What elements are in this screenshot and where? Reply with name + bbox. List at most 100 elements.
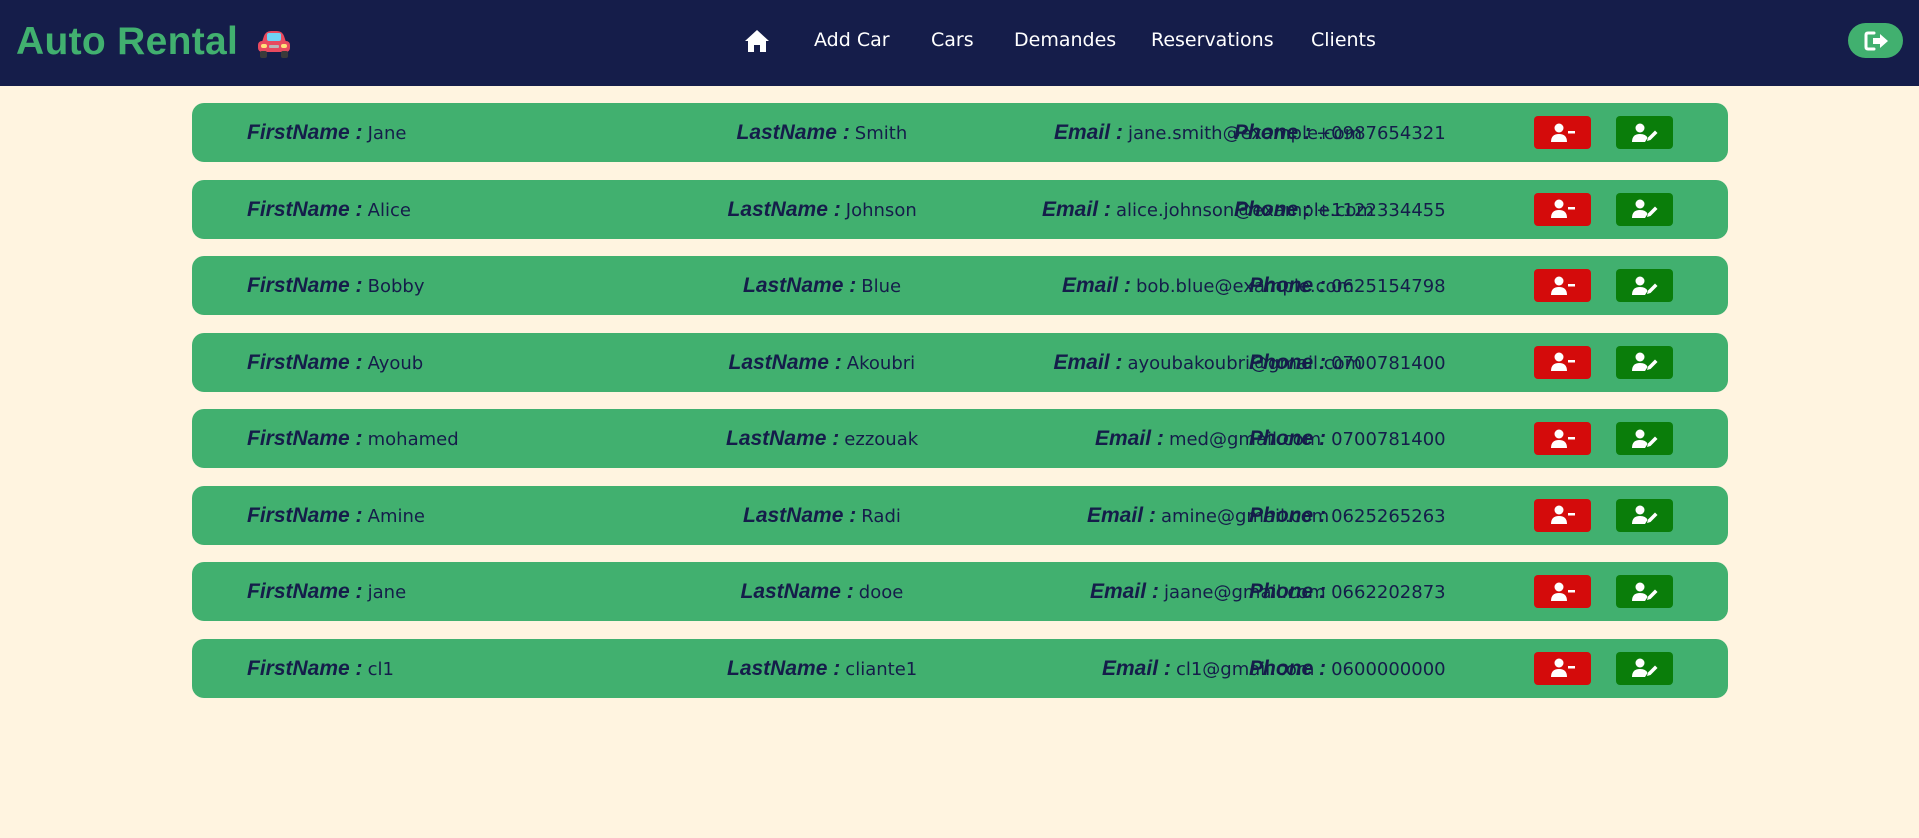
phone-field: Phone : 0625154798 (1249, 256, 1446, 315)
phone-value: 0625265263 (1331, 505, 1446, 527)
home-icon[interactable] (744, 29, 770, 57)
phone-label: Phone : (1234, 121, 1311, 144)
delete-client-button[interactable] (1534, 498, 1591, 532)
user-edit-icon (1631, 429, 1657, 448)
lastname-field: LastName : Blue (743, 256, 901, 315)
lastname-value: Radi (861, 505, 901, 527)
phone-value: +1122334455 (1316, 199, 1446, 221)
firstname-field: FirstName : Amine (247, 486, 425, 545)
delete-client-button[interactable] (1534, 269, 1591, 302)
lastname-field: LastName : dooe (741, 562, 904, 621)
phone-value: 0625154798 (1331, 276, 1446, 297)
user-edit-icon (1631, 505, 1657, 524)
email-label: Email : (1053, 350, 1123, 374)
firstname-value: Bobby (367, 276, 425, 297)
phone-label: Phone : (1249, 274, 1326, 297)
firstname-field: FirstName : jane (247, 562, 406, 621)
delete-client-button[interactable] (1534, 651, 1591, 685)
phone-label: Phone : (1249, 427, 1326, 450)
lastname-label: LastName : (740, 580, 854, 603)
logout-button[interactable] (1848, 23, 1903, 58)
phone-field: Phone : +1122334455 (1234, 180, 1446, 239)
lastname-label: LastName : (728, 350, 842, 374)
delete-client-button[interactable] (1534, 116, 1591, 149)
phone-value: 0700781400 (1331, 352, 1446, 374)
user-edit-icon (1631, 276, 1657, 295)
navbar: Auto Rental Add Car Cars Demandes Reserv… (0, 0, 1919, 86)
nav-cars[interactable]: Cars (931, 29, 974, 51)
nav-reservations[interactable]: Reservations (1151, 29, 1274, 51)
nav-demandes[interactable]: Demandes (1014, 29, 1116, 51)
delete-client-button[interactable] (1534, 345, 1591, 379)
edit-client-button[interactable] (1616, 345, 1673, 379)
email-label: Email : (1042, 197, 1111, 221)
phone-value: 0600000000 (1331, 658, 1446, 680)
nav-add-car[interactable]: Add Car (814, 29, 890, 51)
lastname-value: dooe (858, 582, 904, 603)
user-minus-icon (1550, 582, 1575, 601)
user-minus-icon (1550, 276, 1575, 295)
client-row: FirstName : cl1 LastName : cliante1 Emai… (192, 638, 1728, 698)
firstname-label: FirstName : (247, 656, 363, 680)
lastname-label: LastName : (726, 427, 840, 450)
lastname-value: ezzouak (844, 429, 919, 450)
email-label: Email : (1090, 580, 1159, 603)
firstname-value: Jane (367, 123, 407, 144)
lastname-label: LastName : (727, 197, 841, 221)
firstname-value: cl1 (367, 658, 394, 680)
nav-clients[interactable]: Clients (1311, 29, 1376, 51)
phone-label: Phone : (1249, 503, 1326, 527)
delete-client-button[interactable] (1534, 422, 1591, 455)
brand-title[interactable]: Auto Rental (16, 20, 238, 64)
firstname-value: Alice (367, 199, 411, 221)
lastname-label: LastName : (743, 274, 857, 297)
phone-field: Phone : 0625265263 (1249, 486, 1446, 545)
lastname-field: LastName : Smith (737, 103, 908, 162)
delete-client-button[interactable] (1534, 575, 1591, 608)
user-minus-icon (1550, 199, 1575, 218)
firstname-field: FirstName : Jane (247, 103, 406, 162)
phone-label: Phone : (1234, 197, 1311, 221)
client-row: FirstName : Bobby LastName : Blue Email … (192, 256, 1728, 315)
email-label: Email : (1102, 656, 1171, 680)
edit-client-button[interactable] (1616, 422, 1673, 455)
user-minus-icon (1550, 429, 1575, 448)
firstname-value: jane (367, 582, 407, 603)
user-minus-icon (1550, 658, 1575, 677)
email-label: Email : (1087, 503, 1156, 527)
client-row: FirstName : Amine LastName : Radi Email … (192, 485, 1728, 545)
phone-field: Phone : 0700781400 (1249, 333, 1446, 392)
firstname-value: Amine (367, 505, 425, 527)
edit-client-button[interactable] (1616, 498, 1673, 532)
lastname-value: Smith (854, 123, 908, 144)
client-row: FirstName : Jane LastName : Smith Email … (192, 103, 1728, 162)
firstname-label: FirstName : (247, 121, 363, 144)
phone-field: Phone : 0600000000 (1249, 639, 1446, 698)
phone-label: Phone : (1249, 350, 1326, 374)
email-label: Email : (1062, 274, 1131, 297)
email-label: Email : (1095, 427, 1164, 450)
lastname-field: LastName : Akoubri (729, 333, 916, 392)
firstname-label: FirstName : (247, 197, 363, 221)
user-edit-icon (1631, 582, 1657, 601)
lastname-label: LastName : (743, 503, 857, 527)
edit-client-button[interactable] (1616, 269, 1673, 302)
edit-client-button[interactable] (1616, 575, 1673, 608)
phone-field: Phone : 0700781400 (1249, 409, 1446, 468)
phone-label: Phone : (1249, 580, 1326, 603)
client-row: FirstName : Ayoub LastName : Akoubri Ema… (192, 332, 1728, 392)
firstname-field: FirstName : cl1 (247, 639, 394, 698)
phone-value: +0987654321 (1316, 123, 1446, 144)
firstname-value: Ayoub (367, 352, 424, 374)
firstname-label: FirstName : (247, 350, 363, 374)
edit-client-button[interactable] (1616, 116, 1673, 149)
edit-client-button[interactable] (1616, 651, 1673, 685)
edit-client-button[interactable] (1616, 192, 1673, 226)
lastname-field: LastName : Johnson (728, 180, 917, 239)
delete-client-button[interactable] (1534, 192, 1591, 226)
firstname-field: FirstName : Ayoub (247, 333, 423, 392)
lastname-value: cliante1 (845, 658, 918, 680)
user-edit-icon (1631, 658, 1657, 677)
user-edit-icon (1631, 352, 1657, 371)
phone-value: 0662202873 (1331, 582, 1446, 603)
